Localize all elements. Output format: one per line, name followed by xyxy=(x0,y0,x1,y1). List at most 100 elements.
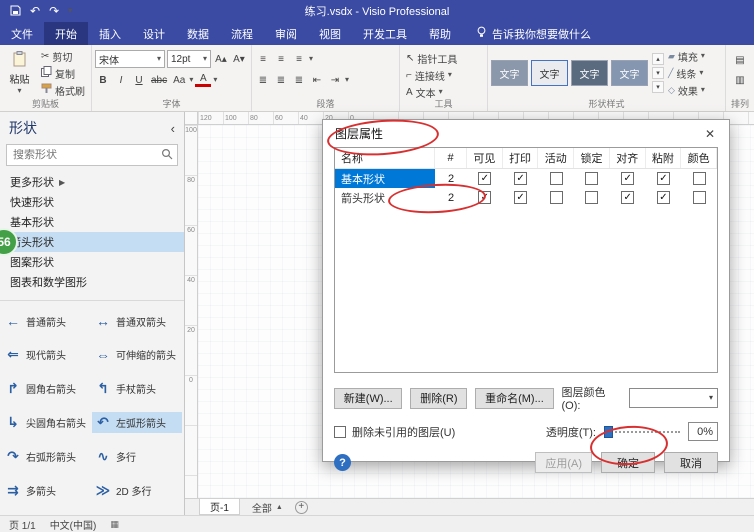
font-color-button[interactable]: A xyxy=(195,73,211,87)
shape-style-sample[interactable]: 文字 xyxy=(531,60,568,86)
shape-style-sample[interactable]: 文字 xyxy=(571,60,608,86)
sidebar-item-chart-math-shapes[interactable]: 图表和数学图形 xyxy=(0,272,184,292)
lock-checkbox[interactable] xyxy=(585,191,598,204)
shape-item-cane-arrow[interactable]: ↰手杖箭头 xyxy=(92,378,182,399)
pointer-tool-button[interactable]: ↖ 指针工具 xyxy=(403,50,484,66)
snap-checkbox[interactable]: ✓ xyxy=(621,191,634,204)
underline-button[interactable]: U xyxy=(131,72,147,88)
rename-layer-button[interactable]: 重命名(M)... xyxy=(475,388,553,409)
dialog-title-bar[interactable]: 图层属性 ✕ xyxy=(323,120,729,147)
color-checkbox[interactable] xyxy=(693,191,706,204)
visible-checkbox[interactable]: ✓ xyxy=(478,172,491,185)
print-checkbox[interactable]: ✓ xyxy=(514,172,527,185)
sidebar-item-quick-shapes[interactable]: 快速形状 xyxy=(0,192,184,212)
page-indicator[interactable]: 页 1/1 xyxy=(9,517,36,532)
copy-button[interactable]: 复制 xyxy=(38,65,88,81)
bold-button[interactable]: B xyxy=(95,72,111,88)
sidebar-item-arrow-shapes[interactable]: 箭头形状 xyxy=(0,232,184,252)
effects-button[interactable]: ◇ 效果 ▾ xyxy=(668,83,705,98)
sidebar-item-pattern-shapes[interactable]: 图案形状 xyxy=(0,252,184,272)
save-icon[interactable] xyxy=(10,5,21,18)
shape-item-sharp-rounded-right-arrow[interactable]: ↳尖圆角右箭头 xyxy=(2,412,92,433)
close-icon[interactable]: ✕ xyxy=(695,123,725,145)
align-middle-button[interactable]: ≣ xyxy=(273,72,289,88)
shape-item-left-arc-arrow[interactable]: ↶左弧形箭头 xyxy=(92,412,182,433)
sidebar-item-more-shapes[interactable]: 更多形状 ▶ xyxy=(0,172,184,192)
tab-home[interactable]: 开始 xyxy=(44,22,88,45)
shape-style-sample[interactable]: 文字 xyxy=(611,60,648,86)
shrink-font-button[interactable]: A▾ xyxy=(231,51,247,67)
shape-item-right-arc-arrow[interactable]: ↷右弧形箭头 xyxy=(2,446,92,467)
arrange-icon[interactable]: ▥ xyxy=(729,72,751,88)
increase-indent-button[interactable]: ⇥ xyxy=(327,72,343,88)
font-size-combo[interactable]: 12pt ▾ xyxy=(167,50,211,68)
page-tab[interactable]: 页-1 xyxy=(199,499,240,515)
shape-item-stretchable-arrow[interactable]: ⇔可伸缩的箭头 xyxy=(92,344,182,365)
paste-button[interactable]: 粘贴 ▾ xyxy=(3,48,36,98)
print-checkbox[interactable]: ✓ xyxy=(514,191,527,204)
connector-tool-button[interactable]: ⌐ 连接线 ▾ xyxy=(403,67,484,83)
color-checkbox[interactable] xyxy=(693,172,706,185)
snap-checkbox[interactable]: ✓ xyxy=(621,172,634,185)
tab-view[interactable]: 视图 xyxy=(308,22,352,45)
align-left-button[interactable]: ≡ xyxy=(255,51,271,67)
gallery-up-icon[interactable]: ▴ xyxy=(652,53,664,65)
align-bottom-button[interactable]: ≣ xyxy=(291,72,307,88)
align-center-button[interactable]: ≡ xyxy=(273,51,289,67)
tab-data[interactable]: 数据 xyxy=(176,22,220,45)
italic-button[interactable]: I xyxy=(113,72,129,88)
shape-item-multi-arrow[interactable]: ⇉多箭头 xyxy=(2,480,92,501)
shape-item-modern-arrow[interactable]: ⇐现代箭头 xyxy=(2,344,92,365)
glue-checkbox[interactable]: ✓ xyxy=(657,191,670,204)
slider-thumb[interactable] xyxy=(604,426,613,438)
new-layer-button[interactable]: 新建(W)... xyxy=(334,388,402,409)
change-case-button[interactable]: Aa xyxy=(171,72,187,88)
transparency-slider[interactable] xyxy=(604,425,680,439)
gallery-down-icon[interactable]: ▾ xyxy=(652,67,664,79)
sidebar-item-basic-shapes[interactable]: 基本形状 xyxy=(0,212,184,232)
ok-button[interactable]: 确定 xyxy=(601,452,655,473)
fill-button[interactable]: ▰ 填充 ▾ xyxy=(668,49,705,64)
tab-insert[interactable]: 插入 xyxy=(88,22,132,45)
qat-customize-icon[interactable]: ▾ xyxy=(68,7,72,15)
strikethrough-button[interactable]: abc xyxy=(149,72,169,88)
font-name-combo[interactable]: 宋体 ▾ xyxy=(95,50,165,68)
layer-name-cell[interactable]: 箭头形状 xyxy=(335,188,435,207)
format-painter-button[interactable]: 格式刷 xyxy=(38,82,88,98)
layer-name-cell[interactable]: 基本形状 xyxy=(335,169,435,188)
add-page-button[interactable]: + xyxy=(295,501,308,514)
all-pages-button[interactable]: 全部 ▲ xyxy=(252,500,283,515)
shape-item-normal-arrow[interactable]: ←普通箭头 xyxy=(2,311,92,331)
search-icon[interactable] xyxy=(161,148,173,163)
shape-item-multi-line[interactable]: ∿多行 xyxy=(92,446,182,467)
arrange-icon[interactable]: ▤ xyxy=(729,52,751,68)
tell-me-box[interactable]: 告诉我你想要做什么 xyxy=(466,22,601,45)
active-checkbox[interactable] xyxy=(550,191,563,204)
decrease-indent-button[interactable]: ⇤ xyxy=(309,72,325,88)
gallery-more-icon[interactable]: ▾ xyxy=(652,81,664,93)
grow-font-button[interactable]: A▴ xyxy=(213,51,229,67)
align-top-button[interactable]: ≣ xyxy=(255,72,271,88)
tab-help[interactable]: 帮助 xyxy=(418,22,462,45)
shape-item-2d-multi-line[interactable]: ≫2D 多行 xyxy=(92,480,182,501)
delete-layer-button[interactable]: 删除(R) xyxy=(410,388,467,409)
shape-item-rounded-right-arrow[interactable]: ↱圆角右箭头 xyxy=(2,378,92,399)
shape-item-double-arrow[interactable]: ↔普通双箭头 xyxy=(92,311,182,331)
table-row-basic-shapes[interactable]: 基本形状 2 ✓ ✓ ✓ ✓ xyxy=(335,169,717,188)
cut-button[interactable]: ✂ 剪切 xyxy=(38,48,88,64)
help-button[interactable]: ? xyxy=(334,454,351,471)
align-right-button[interactable]: ≡ xyxy=(291,51,307,67)
collapse-panel-icon[interactable]: ‹ xyxy=(171,121,175,136)
tab-developer[interactable]: 开发工具 xyxy=(352,22,418,45)
cancel-button[interactable]: 取消 xyxy=(664,452,718,473)
shape-search-input[interactable] xyxy=(7,149,161,161)
active-checkbox[interactable] xyxy=(550,172,563,185)
tab-review[interactable]: 审阅 xyxy=(264,22,308,45)
shape-style-sample[interactable]: 文字 xyxy=(491,60,528,86)
tab-design[interactable]: 设计 xyxy=(132,22,176,45)
layer-color-dropdown[interactable]: ▾ xyxy=(629,388,718,408)
glue-checkbox[interactable]: ✓ xyxy=(657,172,670,185)
lock-checkbox[interactable] xyxy=(585,172,598,185)
table-row-arrow-shapes[interactable]: 箭头形状 2 ✓ ✓ ✓ ✓ xyxy=(335,188,717,207)
tab-process[interactable]: 流程 xyxy=(220,22,264,45)
